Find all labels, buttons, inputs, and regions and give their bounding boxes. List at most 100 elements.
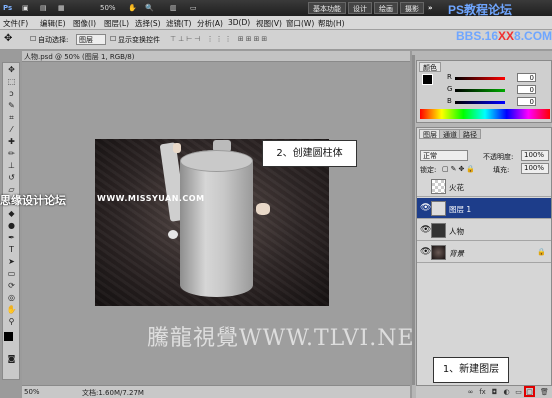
layer-row-layer1[interactable]: 👁 图层 1	[417, 198, 551, 219]
tab-paths[interactable]: 路径	[459, 129, 481, 139]
workspace-overflow-icon[interactable]: »	[428, 4, 433, 12]
brush-tool-icon[interactable]: ✏	[5, 148, 18, 159]
eye-icon[interactable]: 👁	[420, 203, 431, 213]
document-tab-title: 人物.psd @ 50% (图层 1, RGB/8)	[24, 53, 135, 61]
menu-image[interactable]: 图像(I)	[73, 18, 96, 29]
layer-row-background[interactable]: 👁 背景 🔒	[417, 242, 551, 263]
blue-value-field[interactable]: 0	[517, 97, 536, 106]
delete-layer-icon[interactable]: 🗑	[540, 388, 549, 396]
eye-icon[interactable]: 👁	[420, 247, 431, 257]
green-slider[interactable]	[455, 89, 505, 92]
pen-tool-icon[interactable]: ✒	[5, 232, 18, 243]
new-group-icon[interactable]: ▭	[514, 388, 523, 396]
menu-help[interactable]: 帮助(H)	[318, 18, 345, 29]
menu-analysis[interactable]: 分析(A)	[197, 18, 223, 29]
status-bar: 50% 文档:1.60M/7.27M	[22, 385, 410, 398]
blend-mode-dropdown[interactable]: 正常	[420, 150, 468, 161]
eyedropper-tool-icon[interactable]: ⁄	[5, 124, 18, 135]
align-icons[interactable]: ⊤⊥⊢⊣ ⋮⋮⋮ ⊞⊞⊞⊞	[170, 35, 269, 43]
person-eye	[168, 230, 178, 239]
screen-mode-icon[interactable]: ▭	[190, 4, 197, 12]
menu-filter[interactable]: 滤镜(T)	[166, 18, 191, 29]
link-layers-icon[interactable]: ∞	[466, 388, 475, 396]
app-logo: Ps	[3, 4, 13, 12]
green-value-field[interactable]: 0	[517, 85, 536, 94]
menu-view[interactable]: 视图(V)	[256, 18, 282, 29]
layer-thumbnail	[431, 201, 446, 216]
cylinder-top	[180, 150, 253, 172]
menu-window[interactable]: 窗口(W)	[286, 18, 314, 29]
menu-select[interactable]: 选择(S)	[135, 18, 161, 29]
3d-rotate-tool-icon[interactable]: ⟳	[5, 280, 18, 291]
workspace-design[interactable]: 设计	[348, 2, 372, 14]
title-bar: Ps ▣ ▤ ▦ 50% ✋ 🔍 ▥ ▭ 基本功能 设计 绘画 摄影 » PS教…	[0, 0, 552, 17]
history-brush-tool-icon[interactable]: ↺	[5, 172, 18, 183]
watermark-tlvi: 騰龍視覺WWW.TLVI.NET	[147, 326, 431, 351]
type-tool-icon[interactable]: T	[5, 244, 18, 255]
tab-color[interactable]: 颜色	[419, 62, 441, 72]
marquee-tool-icon[interactable]: ⬚	[5, 76, 18, 87]
red-slider[interactable]	[455, 77, 505, 80]
mini-bridge-icon[interactable]: ▤	[40, 4, 47, 12]
show-transform-checkbox[interactable]: ☐	[110, 35, 116, 43]
healing-brush-tool-icon[interactable]: ✚	[5, 136, 18, 147]
tab-channels[interactable]: 通道	[439, 129, 461, 139]
fill-field[interactable]: 100%	[521, 163, 549, 174]
panel-foreground-swatch[interactable]	[422, 74, 433, 85]
arrange-documents-icon[interactable]: ▥	[170, 4, 177, 12]
menu-file[interactable]: 文件(F)	[3, 18, 28, 29]
hand-tool-icon[interactable]: ✋	[128, 4, 137, 12]
zoom-level[interactable]: 50%	[100, 4, 116, 12]
lock-icons[interactable]: ▢✎✥🔒	[442, 165, 477, 173]
auto-select-checkbox[interactable]: ☐	[30, 35, 36, 43]
red-value-field[interactable]: 0	[517, 73, 536, 82]
panel-collapse-strip[interactable]	[412, 55, 415, 385]
auto-select-dropdown[interactable]: 图层	[76, 34, 106, 45]
layer-row-person[interactable]: 👁 人物	[417, 220, 551, 241]
workspace-essentials[interactable]: 基本功能	[308, 2, 346, 14]
shape-tool-icon[interactable]: ▭	[5, 268, 18, 279]
callout-new-layer: 1、新建图层	[433, 357, 509, 383]
layer-row-sparks[interactable]: 火花	[417, 176, 551, 197]
zoom-tool-icon[interactable]: ⚲	[5, 316, 18, 327]
menu-edit[interactable]: 编辑(E)	[40, 18, 66, 29]
hand-tool-icon[interactable]: ✋	[5, 304, 18, 315]
cylinder-shape[interactable]	[180, 150, 253, 297]
layers-panel: 图层 通道 路径 正常 不透明度: 100% 锁定: ▢✎✥🔒 填充: 100%…	[416, 127, 552, 387]
menu-layer[interactable]: 图层(L)	[104, 18, 129, 29]
dodge-tool-icon[interactable]: ●	[5, 220, 18, 231]
document-tab[interactable]: 人物.psd @ 50% (图层 1, RGB/8)	[22, 51, 410, 62]
menu-3d[interactable]: 3D(D)	[228, 18, 250, 27]
workspace-painting[interactable]: 绘画	[374, 2, 398, 14]
zoom-tool-icon[interactable]: 🔍	[145, 4, 154, 12]
status-zoom[interactable]: 50%	[24, 388, 40, 396]
opacity-field[interactable]: 100%	[521, 150, 549, 161]
status-doc-info[interactable]: 文档:1.60M/7.27M	[82, 388, 144, 398]
callout-create-cylinder: 2、创建圆柱体	[262, 140, 357, 167]
eye-icon[interactable]: 👁	[420, 225, 431, 235]
move-tool-preset-icon[interactable]: ✥	[4, 33, 12, 44]
quick-mask-icon[interactable]: ◙	[5, 353, 18, 364]
blue-slider[interactable]	[455, 101, 505, 104]
clone-stamp-tool-icon[interactable]: ⊥	[5, 160, 18, 171]
tab-layers[interactable]: 图层	[419, 129, 441, 139]
opacity-label: 不透明度:	[483, 153, 514, 161]
3d-orbit-tool-icon[interactable]: ◎	[5, 292, 18, 303]
add-mask-icon[interactable]: ◘	[490, 388, 499, 396]
bridge-icon[interactable]: ▣	[22, 4, 29, 12]
workspace-photography[interactable]: 摄影	[400, 2, 424, 14]
layer-name: 人物	[449, 227, 464, 236]
guides-icon[interactable]: ▦	[58, 4, 65, 12]
layer-style-icon[interactable]: fx	[478, 388, 487, 396]
crop-tool-icon[interactable]: ⌗	[5, 112, 18, 123]
adjustment-layer-icon[interactable]: ◐	[502, 388, 511, 396]
lasso-tool-icon[interactable]: ↄ	[5, 88, 18, 99]
blur-tool-icon[interactable]: ◆	[5, 208, 18, 219]
color-spectrum-ramp[interactable]	[420, 109, 550, 119]
quick-select-tool-icon[interactable]: ✎	[5, 100, 18, 111]
person-hand-right	[256, 203, 270, 215]
path-selection-tool-icon[interactable]: ➤	[5, 256, 18, 267]
move-tool-icon[interactable]: ✥	[5, 64, 18, 75]
new-layer-icon[interactable]: ▢	[524, 386, 535, 397]
foreground-color-swatch[interactable]	[4, 332, 13, 341]
